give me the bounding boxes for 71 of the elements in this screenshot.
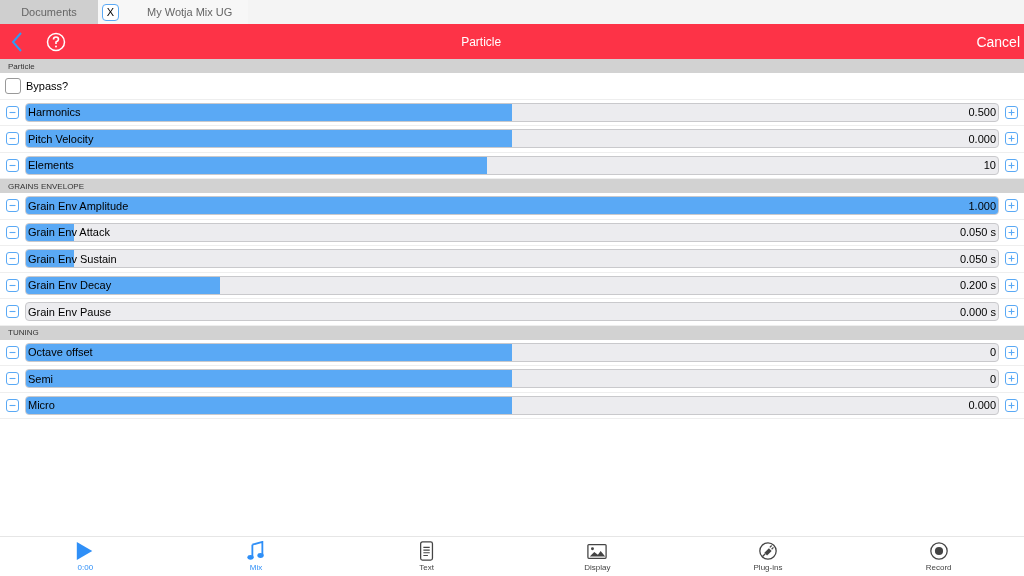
checkbox-label: Bypass? [26,79,69,92]
tab-bar-item[interactable]: Record [853,537,1024,576]
minus-button[interactable] [6,372,19,386]
record-icon [928,541,949,561]
slider-value: 1.000 [968,199,996,212]
tab-bar-item[interactable]: Mix [170,537,342,576]
plus-button[interactable] [1005,105,1018,119]
plus-button[interactable] [1005,199,1018,213]
slider-value: 0.050 s [959,226,996,239]
minus-button[interactable] [6,158,19,172]
checkbox[interactable] [5,77,21,94]
slider-label: Grain Env Amplitude [28,199,129,212]
minus-button[interactable] [6,278,19,292]
slider[interactable]: Grain Env Pause 0.000 s [25,302,999,322]
minus-button[interactable] [6,105,19,119]
plus-button[interactable] [1005,305,1018,319]
minus-button[interactable] [6,398,19,412]
slider-value: 0.050 s [959,252,996,265]
screen-title: Particle [460,34,503,49]
slider-value: 0.000 [968,132,996,145]
minus-button[interactable] [6,199,19,213]
slider-value: 0.200 s [959,279,996,292]
slider-value: 0 [989,372,996,385]
back-icon[interactable] [10,30,24,53]
music-note-icon [246,541,266,561]
plus-button[interactable] [1005,345,1018,359]
plus-button[interactable] [1005,158,1018,172]
slider-label: Octave offset [28,346,93,359]
slider-value: 0 [989,346,996,359]
slider-label: Grain Env Decay [28,279,112,292]
slider-value: 10 [983,159,996,172]
slider-label: Semi [28,372,54,385]
tab-bar-item[interactable]: Display [512,537,683,576]
minus-button[interactable] [6,345,19,359]
cancel-button[interactable]: Cancel [976,33,1020,50]
plus-button[interactable] [1005,252,1018,266]
slider-value: 0.000 [968,399,996,412]
section-header: GRAINS ENVELOPE [0,179,1024,193]
slider-label: Grain Env Pause [28,305,112,318]
plus-button[interactable] [1005,398,1018,412]
document-tab[interactable]: Documents [0,0,98,24]
slider-value: 0.500 [968,106,996,119]
close-button[interactable]: X [102,3,119,21]
plus-button[interactable] [1005,225,1018,239]
slider[interactable]: Micro 0.000 [25,395,999,415]
slider-label: Micro [28,399,55,412]
minus-button[interactable] [6,225,19,239]
tab-bar-item[interactable]: Text [341,537,512,576]
slider[interactable]: Semi 0 [25,369,999,389]
slider[interactable]: Grain Env Amplitude 1.000 [25,196,999,216]
tab-bar-item[interactable]: 0:00 [0,537,171,576]
slider[interactable]: Pitch Velocity 0.000 [25,129,999,149]
slider[interactable]: Grain Env Decay 0.200 s [25,275,999,295]
slider-label: Pitch Velocity [28,132,94,145]
image-icon [587,541,608,561]
slider-label: Harmonics [28,106,81,119]
slider[interactable]: Elements 10 [25,155,999,175]
minus-button[interactable] [6,132,19,146]
minus-button[interactable] [6,305,19,319]
help-icon[interactable] [46,31,66,52]
tab-bar-item[interactable]: Plug-ins [682,537,854,576]
slider-value: 0.000 s [959,305,996,318]
minus-button[interactable] [6,252,19,266]
plus-button[interactable] [1005,132,1018,146]
plug-icon [758,541,778,561]
section-header: Particle [0,59,1024,73]
slider-label: Elements [28,159,74,172]
slider[interactable]: Harmonics 0.500 [25,102,999,122]
slider[interactable]: Octave offset 0 [25,342,999,362]
plus-button[interactable] [1005,278,1018,292]
plus-button[interactable] [1005,372,1018,386]
